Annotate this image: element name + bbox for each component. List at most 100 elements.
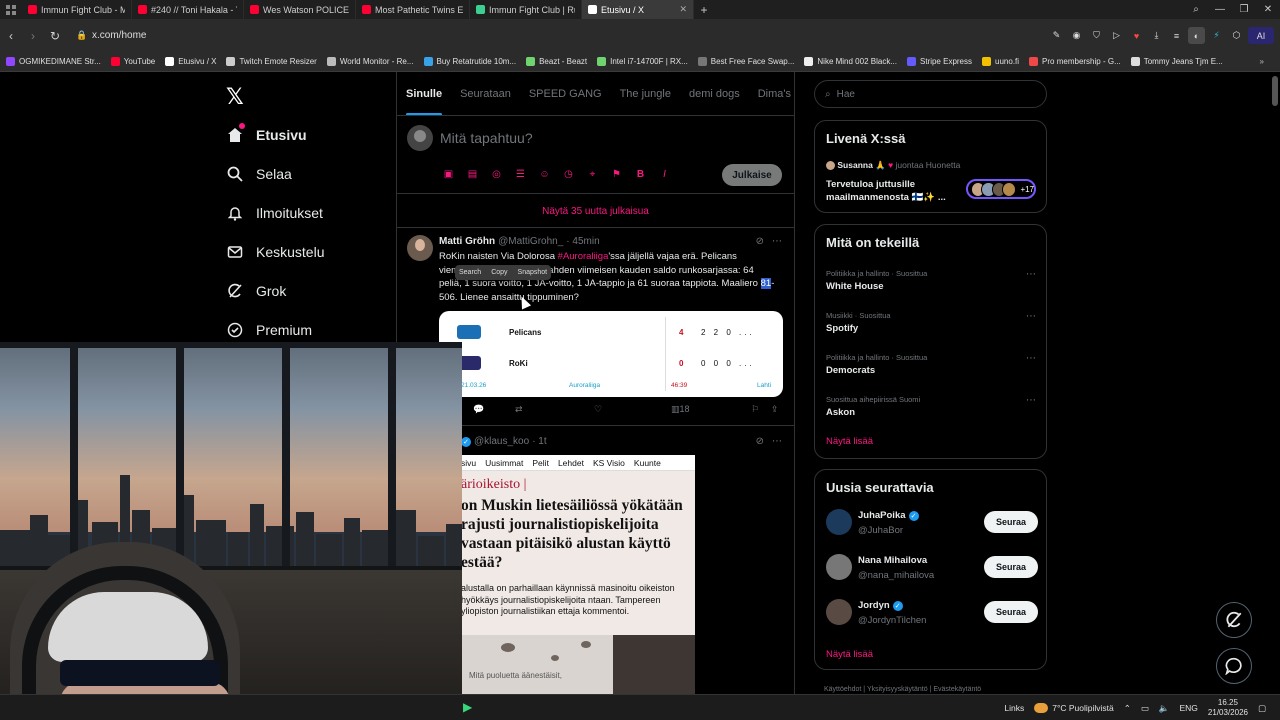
- live-space-title[interactable]: Tervetuloa juttusille maailmanmenosta 🇫🇮…: [826, 178, 966, 204]
- search-input[interactable]: ⌕ Hae: [814, 80, 1047, 108]
- clock[interactable]: 16.25 21/03/2026: [1208, 698, 1248, 718]
- follow-name[interactable]: Nana Mihailova: [858, 555, 927, 566]
- follow-name[interactable]: Jordyn: [858, 600, 890, 611]
- x-logo-icon[interactable]: 𝕏: [226, 84, 244, 110]
- image-icon[interactable]: ▣: [441, 167, 456, 182]
- close-window-button[interactable]: ✕: [1256, 4, 1280, 15]
- flag-icon[interactable]: ⚑: [609, 167, 624, 182]
- heart-icon[interactable]: ♥: [1128, 27, 1145, 44]
- messages-fab-button[interactable]: [1216, 648, 1252, 684]
- tab-speed-gang[interactable]: SPEED GANG: [520, 72, 611, 115]
- bookmark-item[interactable]: Tommy Jeans Tjm E...: [1130, 57, 1223, 66]
- show-new-posts-link[interactable]: Näytä 35 uutta julkaisua: [397, 195, 794, 228]
- more-icon[interactable]: ⋯: [1026, 269, 1036, 280]
- bookmark-item[interactable]: Stripe Express: [906, 57, 972, 66]
- score-card-image[interactable]: Pelicans 4 2 2 0 ... RoKi 0 0 0 0 ... 21…: [439, 311, 783, 397]
- nav-item-premium[interactable]: Premium: [226, 321, 312, 339]
- notifications-icon[interactable]: ▢: [1258, 703, 1266, 714]
- grok-icon[interactable]: ⊘: [756, 236, 764, 247]
- follow-suggestion[interactable]: Jordyn ✓ @JordynTilchen Seuraa: [826, 598, 1038, 628]
- bookmark-item[interactable]: YouTube: [110, 57, 155, 66]
- tweet-time[interactable]: · 45min: [566, 236, 599, 247]
- live-listeners-pill[interactable]: +17: [966, 179, 1036, 199]
- list-icon[interactable]: ≡: [1168, 27, 1185, 44]
- weather-widget[interactable]: 7°C Puolipilvistä: [1034, 703, 1114, 713]
- network-icon[interactable]: ▭: [1141, 703, 1149, 714]
- avatar[interactable]: [826, 599, 852, 625]
- tweet-time[interactable]: · 1t: [532, 436, 546, 447]
- italic-icon[interactable]: I: [657, 167, 672, 182]
- page-scrollbar[interactable]: [1272, 76, 1278, 106]
- poll-icon[interactable]: ☰: [513, 167, 528, 182]
- bookmark-icon[interactable]: ⚐: [751, 404, 759, 415]
- follow-show-more[interactable]: Näytä lisää: [826, 649, 873, 660]
- gif-icon[interactable]: ▤: [465, 167, 480, 182]
- follow-button[interactable]: Seuraa: [984, 601, 1038, 623]
- reply-icon[interactable]: 💬: [473, 404, 484, 415]
- tweet-avatar[interactable]: [407, 235, 433, 261]
- like-icon[interactable]: ♡: [594, 404, 602, 415]
- trending-show-more[interactable]: Näytä lisää: [826, 436, 873, 447]
- avatar[interactable]: [826, 554, 852, 580]
- nav-item-grok[interactable]: Grok: [226, 282, 286, 300]
- browser-menu-icon[interactable]: [0, 0, 22, 19]
- popup-copy-button[interactable]: Copy: [491, 269, 507, 276]
- back-button[interactable]: ‹: [0, 29, 22, 43]
- more-icon[interactable]: ⋯: [1026, 395, 1036, 406]
- close-tab-icon[interactable]: ✕: [675, 4, 687, 15]
- nav-item-notifications[interactable]: Ilmoitukset: [226, 204, 323, 222]
- browser-tab[interactable]: Wes Watson POLICE REPC: [244, 0, 356, 19]
- search-tabs-icon[interactable]: ⌕: [1184, 4, 1208, 15]
- more-icon[interactable]: ⋯: [1026, 353, 1036, 364]
- trend-item[interactable]: Politiikka ja hallinto · Suosittua White …: [826, 269, 1036, 292]
- reload-button[interactable]: ↻: [44, 29, 66, 43]
- compose-input[interactable]: Mitä tapahtuu?: [440, 130, 533, 146]
- browser-tab[interactable]: Most Pathetic Twins Ever: [356, 0, 470, 19]
- play-icon[interactable]: ▷: [1108, 27, 1125, 44]
- bookmark-item[interactable]: Etusivu / X: [165, 57, 216, 66]
- more-icon[interactable]: ⋯: [772, 236, 782, 247]
- shield-icon[interactable]: ⛉: [1088, 27, 1105, 44]
- hashtag-link[interactable]: #Auroraliiga: [558, 251, 609, 262]
- tab-demi-dogs[interactable]: demi dogs: [680, 72, 749, 115]
- share-icon[interactable]: ⇪: [771, 404, 779, 415]
- tweet-author-name[interactable]: Matti Gröhn: [439, 236, 495, 247]
- bookmark-item[interactable]: Twitch Emote Resizer: [226, 57, 317, 66]
- bookmark-item[interactable]: Intel i7-14700F | RX...: [597, 57, 688, 66]
- follow-suggestion[interactable]: Nana Mihailova @nana_mihailova Seuraa: [826, 553, 1038, 583]
- bookmark-item[interactable]: OGMIKEDIMANE Str...: [6, 57, 101, 66]
- new-tab-button[interactable]: +: [694, 3, 714, 17]
- tab-sinulle[interactable]: Sinulle: [397, 72, 451, 115]
- bookmark-item[interactable]: World Monitor - Re...: [326, 57, 414, 66]
- schedule-icon[interactable]: ◷: [561, 167, 576, 182]
- maximize-button[interactable]: ❐: [1232, 4, 1256, 15]
- bookmark-item[interactable]: Nike Mind 002 Black...: [804, 57, 897, 66]
- tab-dima-s-dist[interactable]: Dima's Dist: [749, 72, 794, 115]
- footer-links[interactable]: Käyttöehdot | Yksityisyyskäytäntö | Eväs…: [824, 686, 981, 693]
- emoji-icon[interactable]: ☺: [537, 167, 552, 182]
- bookmarks-more-icon[interactable]: »: [1260, 57, 1280, 66]
- tab-seurataan[interactable]: Seurataan: [451, 72, 520, 115]
- more-icon[interactable]: ⋯: [772, 436, 782, 447]
- cube-icon[interactable]: ⬡: [1228, 27, 1245, 44]
- nav-item-messages[interactable]: Keskustelu: [226, 243, 324, 261]
- popup-snapshot-button[interactable]: Snapshot: [518, 269, 548, 276]
- extension-icon[interactable]: ⚡: [1208, 27, 1225, 44]
- follow-name[interactable]: JuhaPoika: [858, 510, 906, 521]
- minimize-button[interactable]: —: [1208, 4, 1232, 15]
- media-app-icon[interactable]: ▶: [463, 700, 472, 714]
- nav-item-home[interactable]: Etusivu: [226, 123, 307, 144]
- grok-fab-button[interactable]: [1216, 602, 1252, 638]
- bookmark-item[interactable]: Beazt - Beazt: [526, 57, 587, 66]
- links-toolbar[interactable]: Links: [1004, 703, 1024, 713]
- trend-item[interactable]: Musiikki · Suosittua Spotify ⋯: [826, 311, 1036, 334]
- tab-the-jungle[interactable]: The jungle: [611, 72, 680, 115]
- follow-button[interactable]: Seuraa: [984, 556, 1038, 578]
- nav-item-explore[interactable]: Selaa: [226, 165, 292, 183]
- edit-icon[interactable]: ✎: [1048, 27, 1065, 44]
- user-avatar[interactable]: [407, 125, 433, 151]
- trend-item[interactable]: Suosittua aihepiirissä Suomi Askon ⋯: [826, 395, 1036, 418]
- live-host-name[interactable]: Susanna 🙏: [837, 160, 885, 170]
- browser-tab[interactable]: Immun Fight Club - Mag: [22, 0, 132, 19]
- bookmark-item[interactable]: Buy Retatrutide 10m...: [423, 57, 516, 66]
